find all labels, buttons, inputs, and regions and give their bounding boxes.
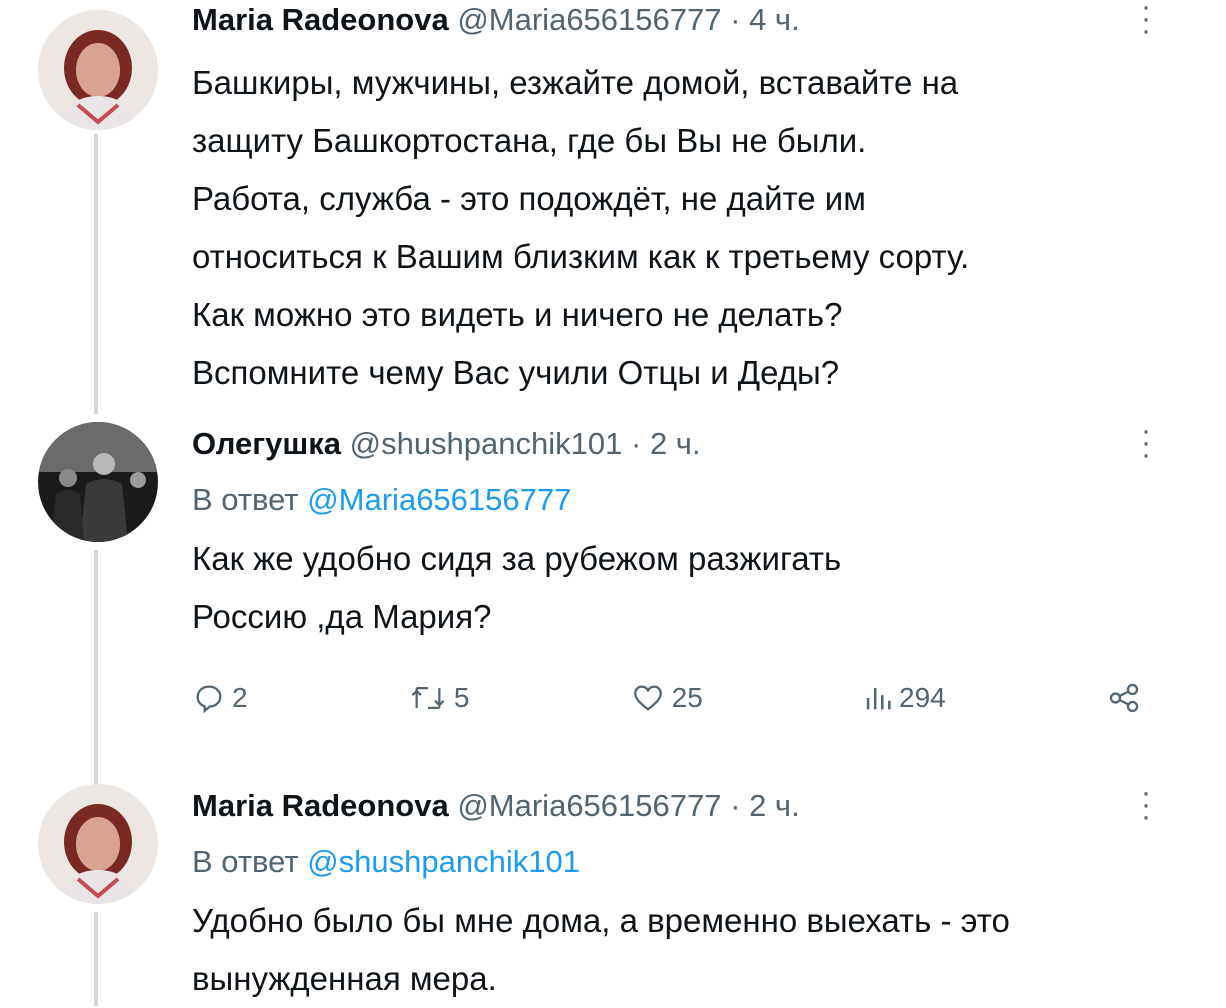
timestamp[interactable]: 4 ч. <box>749 2 800 37</box>
retweet-icon <box>411 686 445 710</box>
reply-prefix: В ответ <box>192 844 299 879</box>
views-button[interactable]: 294 <box>863 681 946 715</box>
text-line: Как же удобно сидя за рубежом разжигать <box>192 540 842 577</box>
reply-mention-link[interactable]: @Maria656156777 <box>307 482 571 517</box>
like-icon <box>633 685 662 711</box>
text-line: Удобно было бы мне дома, а временно выех… <box>192 902 1010 939</box>
author-handle[interactable]: @shushpanchik101 <box>350 426 623 461</box>
thread-line <box>94 912 98 1006</box>
reply-context: В ответ @shushpanchik101 <box>192 842 1156 882</box>
retweet-button[interactable]: 5 <box>408 681 470 715</box>
retweet-count: 5 <box>453 682 470 713</box>
text-line: Башкиры, мужчины, езжайте домой, вставай… <box>192 64 959 101</box>
author-handle[interactable]: @Maria656156777 <box>457 2 721 37</box>
tweet-header: Maria Radeonova @Maria656156777 · 2 ч. <box>192 786 1156 826</box>
views-count: 294 <box>899 682 946 713</box>
timestamp[interactable]: 2 ч. <box>749 788 800 823</box>
like-button[interactable]: 25 <box>630 681 703 715</box>
tweet-text: Удобно было бы мне дома, а временно выех… <box>192 892 1156 1008</box>
avatar-image <box>38 422 158 542</box>
text-line: Работа, служба - это подождёт, не дайте … <box>192 180 866 217</box>
separator: · <box>730 2 741 37</box>
text-line: защиту Башкортостана, где бы Вы не были. <box>192 122 867 159</box>
separator: · <box>631 426 642 461</box>
views-icon <box>866 688 891 710</box>
share-icon <box>1109 683 1139 713</box>
more-icon[interactable]: · · · <box>1136 778 1156 832</box>
share-button[interactable] <box>1106 681 1142 715</box>
text-line: Как можно это видеть и ничего не делать? <box>192 296 843 333</box>
tweet-text: Как же удобно сидя за рубежом разжигать … <box>192 530 1156 646</box>
text-line: Вспомните чему Вас учили Отцы и Деды? <box>192 354 840 391</box>
author-handle[interactable]: @Maria656156777 <box>457 788 721 823</box>
tweet-text: Башкиры, мужчины, езжайте домой, вставай… <box>192 54 1156 402</box>
more-icon[interactable]: · · · <box>1136 416 1156 470</box>
text-line: вынужденная мера. <box>192 960 497 997</box>
author-name[interactable]: Maria Radeonova <box>192 2 449 37</box>
tweet-header: Олегушка @shushpanchik101 · 2 ч. <box>192 424 1156 464</box>
separator: · <box>730 788 741 823</box>
tweet-header: Maria Radeonova @Maria656156777 · 4 ч. <box>192 0 1156 40</box>
reply-mention-link[interactable]: @shushpanchik101 <box>307 844 580 879</box>
tweet-actions: 2 5 25 294 <box>192 678 1142 718</box>
reply-prefix: В ответ <box>192 482 299 517</box>
author-name[interactable]: Олегушка <box>192 426 341 461</box>
avatar[interactable] <box>38 784 158 904</box>
timestamp[interactable]: 2 ч. <box>650 426 701 461</box>
reply-button[interactable]: 2 <box>192 681 248 715</box>
reply-icon <box>196 685 222 714</box>
avatar[interactable] <box>38 10 158 130</box>
reply-context: В ответ @Maria656156777 <box>192 480 1156 520</box>
text-line: Россию ,да Мария? <box>192 598 492 635</box>
thread-line <box>94 550 98 790</box>
avatar-image <box>38 784 158 904</box>
thread-line <box>94 134 98 414</box>
reply-count: 2 <box>232 682 248 713</box>
like-count: 25 <box>671 682 703 713</box>
avatar-image <box>38 10 158 130</box>
more-icon[interactable]: · · · <box>1136 0 1156 46</box>
author-name[interactable]: Maria Radeonova <box>192 788 449 823</box>
text-line: относиться к Вашим близким как к третьем… <box>192 238 970 275</box>
avatar[interactable] <box>38 422 158 542</box>
